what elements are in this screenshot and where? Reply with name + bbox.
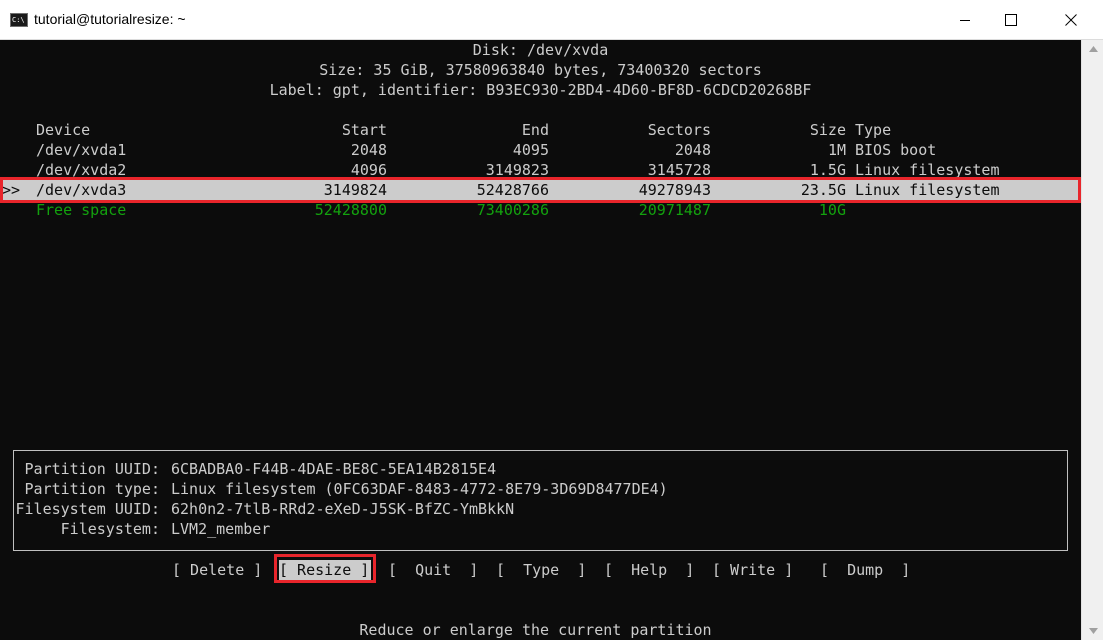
vertical-scrollbar[interactable] (1081, 40, 1103, 640)
resize-button[interactable]: [ Resize ] (279, 560, 371, 580)
column-header-sectors: Sectors (647, 121, 711, 139)
scroll-up-button[interactable] (1082, 40, 1103, 58)
disk-heading: Disk: /dev/xvda (472, 41, 609, 59)
partition-type-label: Partition type: (24, 480, 160, 498)
partition-size: 1M (827, 141, 846, 159)
partition-device: /dev/xvda3 (36, 181, 127, 199)
partition-type-value: Linux filesystem (0FC63DAF-8483-4772-8E7… (171, 480, 668, 498)
minimize-icon (960, 20, 970, 21)
partition-sectors: 49278943 (638, 181, 711, 199)
delete-button[interactable]: [ Delete ] (172, 560, 262, 580)
maximize-icon (1005, 14, 1017, 26)
partition-sectors: 2048 (674, 141, 711, 159)
partition-type: BIOS boot (855, 141, 937, 159)
filesystem-label: Filesystem: (60, 520, 160, 538)
filesystem-value: LVM2_member (171, 520, 271, 538)
maximize-button[interactable] (988, 0, 1034, 40)
partition-row[interactable]: /dev/xvda2 4096 3149823 3145728 1.5G Lin… (0, 160, 1081, 180)
partition-uuid-value: 6CBADBA0-F44B-4DAE-BE8C-5EA14B2815E4 (171, 460, 497, 478)
filesystem-uuid-label: Filesystem UUID: (15, 500, 161, 518)
partition-end: 52428766 (476, 181, 549, 199)
column-header-type: Type (855, 121, 892, 139)
disk-size-line: Size: 35 GiB, 37580963840 bytes, 7340032… (319, 61, 762, 79)
terminal-app-icon: C:\ (10, 13, 28, 27)
partition-sectors: 20971487 (638, 201, 711, 219)
partition-sectors: 3145728 (647, 161, 711, 179)
partition-type: Linux filesystem (855, 161, 1000, 179)
partition-uuid-label: Partition UUID: (24, 460, 160, 478)
scroll-down-button[interactable] (1082, 622, 1103, 640)
window-title: tutorial@tutorialresize: ~ (34, 11, 186, 27)
free-space-row[interactable]: Free space 52428800 73400286 20971487 10… (0, 200, 1081, 220)
partition-type: Linux filesystem (855, 181, 1000, 199)
minimize-button[interactable] (942, 0, 988, 40)
status-hint: Reduce or enlarge the current partition (359, 621, 712, 639)
disk-label-line: Label: gpt, identifier: B93EC930-2BD4-4D… (269, 81, 812, 99)
write-button[interactable]: [ Write ] (712, 560, 793, 580)
partition-end: 73400286 (476, 201, 549, 219)
partition-start: 2048 (350, 141, 387, 159)
partition-start: 52428800 (314, 201, 387, 219)
partition-row-selected[interactable]: >> /dev/xvda3 3149824 52428766 49278943 … (0, 180, 1081, 200)
column-header-device: Device (36, 121, 91, 139)
selection-marker: >> (2, 181, 21, 199)
scroll-down-icon (1088, 628, 1098, 634)
filesystem-uuid-value: 62h0n2-7tlB-RRd2-eXeD-J5SK-BfZC-YmBkkN (171, 500, 515, 518)
partition-row[interactable]: /dev/xvda1 2048 4095 2048 1M BIOS boot (0, 140, 1081, 160)
help-button[interactable]: [ Help ] (604, 560, 694, 580)
close-icon (1065, 14, 1077, 26)
partition-size: 1.5G (809, 161, 846, 179)
type-button[interactable]: [ Type ] (496, 560, 586, 580)
column-header-end: End (521, 121, 549, 139)
scroll-up-icon (1088, 46, 1098, 52)
partition-size: 10G (818, 201, 846, 219)
partition-start: 4096 (350, 161, 387, 179)
quit-button[interactable]: [ Quit ] (388, 560, 478, 580)
column-header-start: Start (341, 121, 387, 139)
close-button[interactable] (1048, 0, 1094, 40)
table-header: Device Start End Sectors Size Type (0, 120, 1081, 140)
partition-start: 3149824 (323, 181, 387, 199)
partition-end: 4095 (512, 141, 549, 159)
terminal-window[interactable]: Disk: /dev/xvda Size: 35 GiB, 3758096384… (0, 40, 1081, 640)
partition-device: /dev/xvda1 (36, 141, 127, 159)
partition-size: 23.5G (800, 181, 846, 199)
column-header-size: Size (809, 121, 846, 139)
partition-device: Free space (36, 201, 127, 219)
partition-device: /dev/xvda2 (36, 161, 127, 179)
window-titlebar[interactable]: C:\ tutorial@tutorialresize: ~ (0, 0, 1103, 40)
partition-end: 3149823 (485, 161, 549, 179)
dump-button[interactable]: [ Dump ] (820, 560, 910, 580)
